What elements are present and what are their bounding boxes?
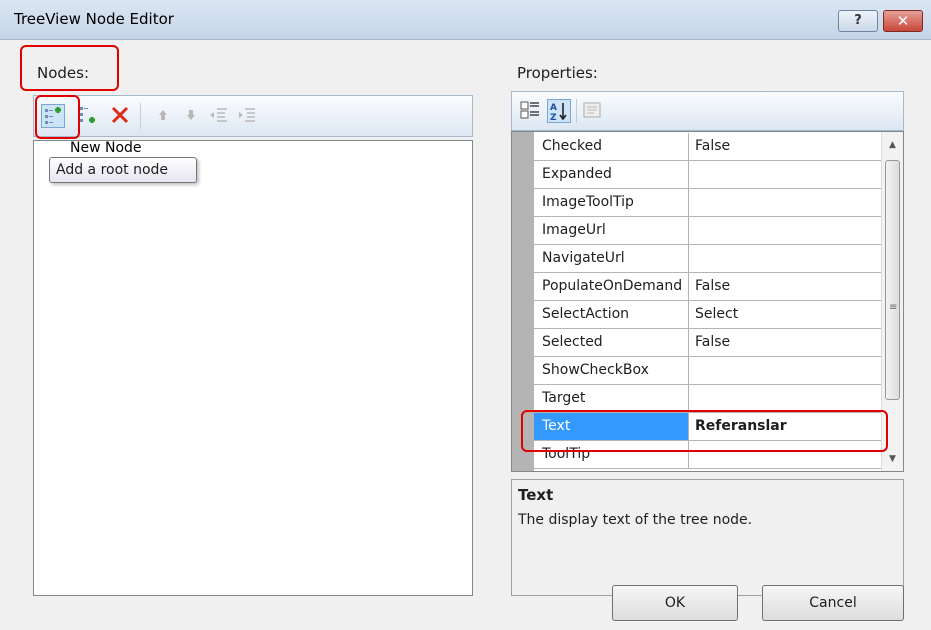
close-button[interactable]: ✕	[883, 10, 923, 32]
help-button[interactable]: ?	[838, 10, 878, 32]
property-row[interactable]: NavigateUrl	[534, 245, 888, 273]
description-title: Text	[518, 486, 554, 504]
property-name: NavigateUrl	[534, 245, 689, 272]
property-row[interactable]: Expanded	[534, 161, 888, 189]
nodes-toolbar	[33, 95, 473, 137]
property-row[interactable]: ToolTip	[534, 441, 888, 469]
property-name: ShowCheckBox	[534, 357, 689, 384]
property-name: Checked	[534, 133, 689, 160]
grid-scrollbar[interactable]: ▲ ≡ ▼	[881, 132, 903, 471]
move-down-icon[interactable]	[180, 104, 204, 128]
property-name: ImageUrl	[534, 217, 689, 244]
title-bar: TreeView Node Editor ? ✕	[0, 0, 931, 40]
ok-button[interactable]: OK	[612, 585, 738, 621]
nodes-label: Nodes:	[37, 64, 90, 82]
property-name: PopulateOnDemand	[534, 273, 689, 300]
property-row[interactable]: Checked False	[534, 133, 888, 161]
property-value[interactable]	[689, 217, 888, 244]
properties-toolbar: A Z	[511, 91, 904, 131]
property-value[interactable]: Select	[689, 301, 888, 328]
property-row[interactable]: Text Referanslar	[534, 413, 888, 441]
property-name: Text	[534, 413, 689, 440]
property-name: Selected	[534, 329, 689, 356]
scroll-down-icon[interactable]: ▼	[882, 450, 903, 468]
cancel-button[interactable]: Cancel	[762, 585, 904, 621]
scroll-up-icon[interactable]: ▲	[882, 136, 903, 154]
property-value[interactable]	[689, 441, 888, 468]
toolbar-separator	[576, 99, 577, 123]
tooltip: Add a root node	[49, 157, 197, 183]
tree-item[interactable]: New Node	[70, 140, 142, 154]
categorized-icon[interactable]	[519, 99, 543, 123]
property-value[interactable]: False	[689, 133, 888, 160]
property-row[interactable]: PopulateOnDemand False	[534, 273, 888, 301]
move-up-icon[interactable]	[152, 104, 176, 128]
property-name: ImageToolTip	[534, 189, 689, 216]
add-root-node-icon[interactable]	[41, 104, 65, 128]
description-panel: Text The display text of the tree node.	[511, 479, 904, 596]
property-value[interactable]	[689, 161, 888, 188]
property-name: SelectAction	[534, 301, 689, 328]
add-child-node-icon[interactable]	[77, 104, 101, 128]
node-tree[interactable]	[33, 140, 473, 596]
property-name: Expanded	[534, 161, 689, 188]
outdent-icon[interactable]	[208, 104, 232, 128]
grip-icon: ≡	[889, 302, 898, 313]
property-value[interactable]	[689, 357, 888, 384]
property-value[interactable]: False	[689, 273, 888, 300]
property-name: ToolTip	[534, 441, 689, 468]
alphabetical-icon[interactable]: A Z	[547, 99, 571, 123]
property-row[interactable]: Selected False	[534, 329, 888, 357]
property-grid: Checked False Expanded ImageToolTip ImageUrl…	[511, 131, 904, 472]
scroll-thumb[interactable]: ≡	[885, 160, 900, 400]
property-row[interactable]: ImageToolTip	[534, 189, 888, 217]
property-pages-icon[interactable]	[581, 99, 605, 123]
svg-text:Z: Z	[550, 113, 557, 122]
property-value[interactable]: Referanslar	[689, 413, 888, 440]
svg-text:A: A	[550, 103, 557, 113]
toolbar-separator	[140, 103, 141, 129]
description-text: The display text of the tree node.	[518, 512, 753, 528]
property-value[interactable]	[689, 245, 888, 272]
property-row[interactable]: Target	[534, 385, 888, 413]
property-value[interactable]: False	[689, 329, 888, 356]
property-value[interactable]	[689, 189, 888, 216]
property-value[interactable]	[689, 385, 888, 412]
property-name: Target	[534, 385, 689, 412]
indent-icon[interactable]	[236, 104, 260, 128]
grid-gutter	[512, 132, 534, 471]
delete-node-icon[interactable]	[109, 104, 133, 128]
property-row[interactable]: ImageUrl	[534, 217, 888, 245]
property-row[interactable]: SelectAction Select	[534, 301, 888, 329]
window-title: TreeView Node Editor	[14, 10, 174, 28]
properties-label: Properties:	[517, 64, 598, 82]
property-row[interactable]: ShowCheckBox	[534, 357, 888, 385]
